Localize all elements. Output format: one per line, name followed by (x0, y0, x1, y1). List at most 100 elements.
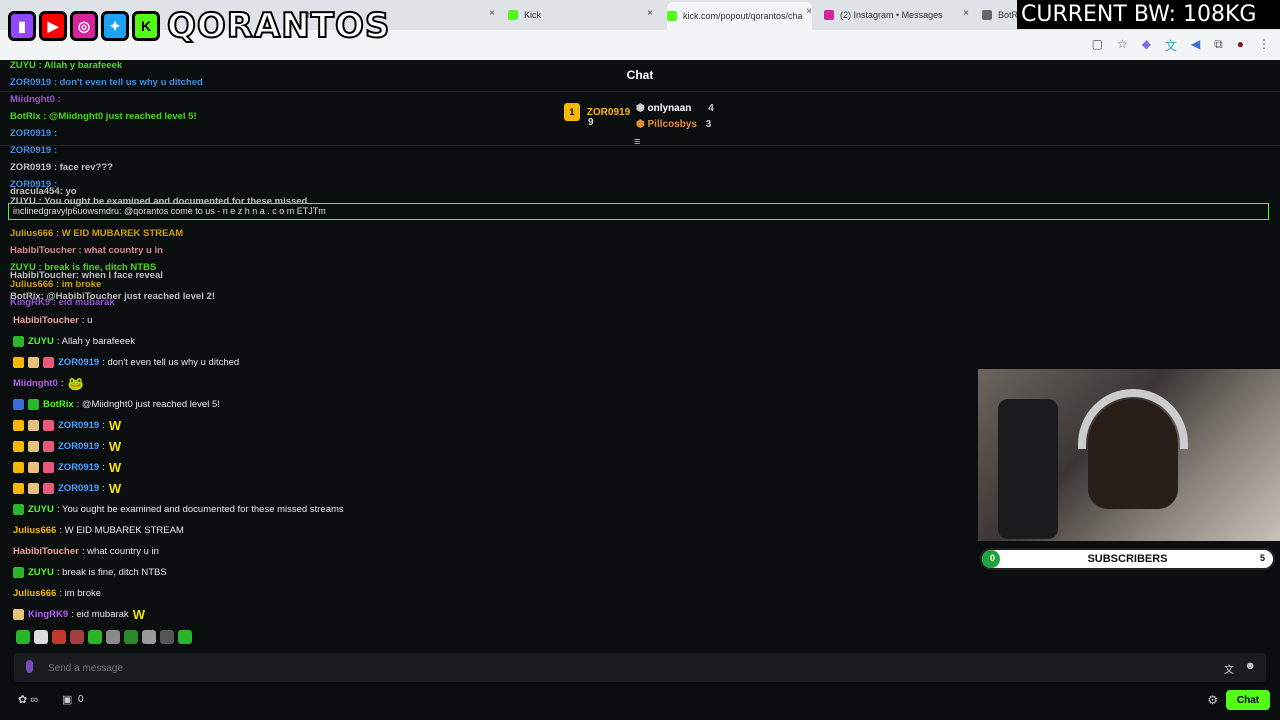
badge-icon[interactable] (13, 504, 24, 515)
tab-close-icon[interactable]: × (963, 8, 969, 19)
gift-icon[interactable]: ▣ (62, 693, 72, 706)
media-icon[interactable]: ◀ (1191, 37, 1200, 54)
pinned-message[interactable]: inclinedgravylp6uowsmdru: @qorantos come… (8, 203, 1269, 220)
badge-icon[interactable] (43, 462, 54, 473)
emote-icon[interactable] (16, 630, 30, 644)
badge-icon[interactable] (43, 483, 54, 494)
chat-username[interactable]: ZOR0919 (58, 441, 99, 452)
chat-username[interactable]: ZOR0919 (58, 357, 99, 368)
chat-message[interactable]: Julius666: W EID MUBAREK STREAM (13, 520, 613, 541)
tab-close-icon[interactable]: × (647, 8, 653, 19)
chat-username[interactable]: KingRK9 (28, 609, 68, 620)
tab-close-icon[interactable]: × (489, 8, 495, 19)
badge-icon[interactable] (13, 567, 24, 578)
emote-icon[interactable] (34, 630, 48, 644)
trophy-icon: 1 (564, 103, 580, 121)
chat-message[interactable]: Miidnght0: 🐸 (13, 373, 613, 394)
badge-icon[interactable] (43, 357, 54, 368)
message-input[interactable] (46, 653, 1200, 684)
chat-message[interactable]: HabibiToucher: u (13, 310, 613, 331)
chat-username[interactable]: ZOR0919 (58, 483, 99, 494)
translate-icon[interactable]: 文 (1224, 661, 1234, 676)
medal-icon: ⬢ (636, 119, 645, 130)
extension-icon[interactable]: ◆ (1142, 37, 1151, 54)
chat-message[interactable]: Julius666: im broke (13, 583, 613, 604)
badge-icon[interactable] (13, 441, 24, 452)
chat-emote-icon[interactable]: W (133, 607, 145, 622)
mic-icon[interactable] (26, 660, 33, 673)
badge-icon[interactable] (28, 357, 39, 368)
profile-avatar[interactable]: ● (1237, 37, 1244, 54)
chat-message[interactable]: ZUYU: Allah y barafeeek (13, 331, 613, 352)
tab-label: kick.com/popout/qorantos/cha (683, 11, 803, 21)
chat-message[interactable]: KingRK9: eid mubarak W (13, 604, 613, 625)
emote-icon[interactable] (88, 630, 102, 644)
badge-icon[interactable] (28, 483, 39, 494)
chat-username[interactable]: ZUYU (28, 336, 54, 347)
chat-message[interactable]: BotRix: @Miidnght0 just reached level 5! (13, 394, 613, 415)
chat-username[interactable]: BotRix (43, 399, 74, 410)
emote-icon[interactable] (106, 630, 120, 644)
browser-tab[interactable]: BotR (982, 4, 1022, 26)
twitter-icon: ✦ (101, 11, 129, 41)
ghost-chat-line: ZOR0919 : (10, 145, 57, 156)
badge-icon[interactable] (28, 441, 39, 452)
chat-username[interactable]: ZUYU (28, 567, 54, 578)
subscriber-goal-bar: 0 SUBSCRIBERS 5 (980, 548, 1275, 570)
tab-favicon (824, 10, 834, 20)
browser-tab[interactable]: kick.com/popout/qorantos/cha × (667, 2, 812, 30)
badge-icon[interactable] (13, 609, 24, 620)
chat-username[interactable]: HabibiToucher (13, 546, 79, 557)
emoji-icon[interactable]: ☻ (1244, 660, 1256, 672)
chat-username[interactable]: Julius666 (13, 525, 56, 536)
browser-tab[interactable]: Kick × (508, 4, 653, 26)
badge-icon[interactable] (13, 336, 24, 347)
chat-message[interactable]: ZOR0919: don't even tell us why u ditche… (13, 352, 613, 373)
chat-message[interactable]: ZOR0919: W (13, 415, 613, 436)
badge-icon[interactable] (43, 420, 54, 431)
points-icon[interactable]: ✿ ∞ (18, 693, 38, 706)
send-chat-button[interactable]: Chat (1226, 690, 1270, 710)
chat-emote-icon[interactable]: 🐸 (68, 376, 84, 392)
menu-icon[interactable]: ⋮ (1258, 37, 1270, 54)
chat-message[interactable]: ZOR0919: W (13, 457, 613, 478)
emote-icon[interactable] (142, 630, 156, 644)
chat-username[interactable]: ZOR0919 (58, 420, 99, 431)
screen-icon[interactable]: ▢ (1092, 37, 1103, 54)
emote-icon[interactable] (70, 630, 84, 644)
badge-icon[interactable] (28, 399, 39, 410)
badge-icon[interactable] (13, 483, 24, 494)
emote-icon[interactable] (178, 630, 192, 644)
settings-icon[interactable]: ⚙ (1207, 693, 1218, 707)
chat-message[interactable]: HabibiToucher: what country u in (13, 541, 613, 562)
bookmark-star-icon[interactable]: ☆ (1117, 37, 1128, 54)
chat-username[interactable]: Julius666 (13, 588, 56, 599)
chat-message[interactable]: ZOR0919: W (13, 436, 613, 457)
emote-icon[interactable] (124, 630, 138, 644)
tab-close-icon[interactable]: × (806, 6, 812, 17)
badge-icon[interactable] (13, 420, 24, 431)
badge-icon[interactable] (43, 441, 54, 452)
chat-username[interactable]: ZUYU (28, 504, 54, 515)
collapse-icon[interactable]: ≡ (634, 136, 640, 148)
chat-emote-icon[interactable]: W (109, 460, 121, 475)
badge-icon[interactable] (28, 462, 39, 473)
puzzle-icon[interactable]: ⧉ (1214, 37, 1223, 54)
badge-icon[interactable] (13, 462, 24, 473)
chat-username[interactable]: HabibiToucher (13, 315, 79, 326)
chat-emote-icon[interactable]: W (109, 439, 121, 454)
emote-icon[interactable] (52, 630, 66, 644)
browser-tab[interactable]: (2) Instagram • Messages × (824, 4, 969, 26)
chat-username[interactable]: Miidnght0 (13, 378, 58, 389)
chat-username[interactable]: ZOR0919 (58, 462, 99, 473)
chat-message[interactable]: ZUYU: break is fine, ditch NTBS (13, 562, 613, 583)
chat-emote-icon[interactable]: W (109, 418, 121, 433)
chat-message[interactable]: ZUYU: You ought be examined and document… (13, 499, 613, 520)
badge-icon[interactable] (13, 357, 24, 368)
chat-emote-icon[interactable]: W (109, 481, 121, 496)
emote-icon[interactable] (160, 630, 174, 644)
badge-icon[interactable] (28, 420, 39, 431)
badge-icon[interactable] (13, 399, 24, 410)
translate-icon[interactable]: 文 (1165, 37, 1177, 54)
chat-message[interactable]: ZOR0919: W (13, 478, 613, 499)
